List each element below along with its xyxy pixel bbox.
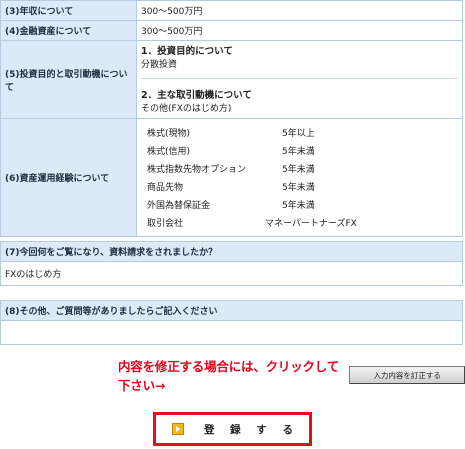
- edit-input-button[interactable]: 入力内容を訂正する: [349, 366, 465, 384]
- experience-item: 商品先物 5年未満: [147, 178, 458, 196]
- experience-item: 株式(信用) 5年未満: [147, 142, 458, 160]
- purpose-values: 1．投資目的について 分散投資 2．主な取引動機について その他(FXのはじめ方…: [136, 40, 463, 119]
- purpose-section-title: 1．投資目的について: [141, 46, 233, 57]
- experience-item: 株式指数先物オプション 5年未満: [147, 160, 458, 178]
- income-value: 300～500万円: [136, 0, 463, 21]
- profile-table: (3)年収について 300～500万円 (4)金融資産について 300～500万…: [0, 0, 463, 237]
- purpose-section: 1．投資目的について 分散投資: [141, 41, 458, 74]
- experience-item-years: 5年未満: [282, 201, 315, 211]
- assets-row: (4)金融資産について 300～500万円: [0, 20, 463, 41]
- purpose-row: (5)投資目的と取引動機について 1．投資目的について 分散投資 2．主な取引動…: [0, 40, 463, 119]
- assets-value: 300～500万円: [136, 20, 463, 41]
- experience-item-name: 株式指数先物オプション: [147, 165, 247, 175]
- correction-message: 内容を修正する場合には、クリックして下さい→: [118, 359, 340, 393]
- purpose-section-value: 分散投資: [141, 60, 178, 70]
- q7-table: (7)今回何をご覧になり、資料請求をされましたか？ FXのはじめ方: [0, 241, 463, 286]
- q7-answer: FXのはじめ方: [0, 261, 463, 286]
- motive-section-title: 2．主な取引動機について: [141, 90, 252, 101]
- q8-table: (8)その他、ご質問等がありましたらご記入ください: [0, 300, 463, 345]
- broker-row: 取引会社 マネーパートナーズFX: [147, 214, 458, 232]
- q7-question: (7)今回何をご覧になり、資料請求をされましたか？: [0, 241, 463, 262]
- experience-item-name: 商品先物: [147, 183, 184, 193]
- q8-answer: [0, 320, 463, 345]
- experience-row: (6)資産運用経験について 株式(現物) 5年以上 株式(信用) 5年未満 株式…: [0, 118, 463, 237]
- broker-label: 取引会社: [147, 219, 184, 229]
- income-label: (3)年収について: [0, 0, 137, 21]
- purpose-label: (5)投資目的と取引動機について: [0, 40, 137, 119]
- experience-item-name: 外国為替保証金: [147, 201, 211, 211]
- motive-section-value: その他(FXのはじめ方): [141, 104, 232, 114]
- motive-section: 2．主な取引動機について その他(FXのはじめ方): [141, 79, 458, 118]
- experience-item-years: 5年以上: [282, 129, 315, 139]
- register-button[interactable]: 登 録 す る: [162, 418, 303, 440]
- broker-value: マネーパートナーズFX: [265, 219, 357, 229]
- experience-item-name: 株式(現物): [147, 129, 191, 139]
- assets-label: (4)金融資産について: [0, 20, 137, 41]
- correction-area: 内容を修正する場合には、クリックして下さい→ 入力内容を訂正する: [118, 356, 465, 394]
- register-button-label: 登 録 す る: [204, 423, 299, 436]
- q8-question: (8)その他、ご質問等がありましたらご記入ください: [0, 300, 463, 321]
- income-row: (3)年収について 300～500万円: [0, 0, 463, 21]
- submit-highlight-frame: 登 録 す る: [153, 412, 312, 446]
- experience-item-years: 5年未満: [282, 183, 315, 193]
- play-arrow-icon: [172, 423, 184, 435]
- experience-item: 外国為替保証金 5年未満: [147, 196, 458, 214]
- experience-item: 株式(現物) 5年以上: [147, 124, 458, 142]
- experience-item-years: 5年未満: [282, 165, 315, 175]
- experience-label: (6)資産運用経験について: [0, 118, 137, 237]
- experience-item-years: 5年未満: [282, 147, 315, 157]
- experience-values: 株式(現物) 5年以上 株式(信用) 5年未満 株式指数先物オプション 5年未満…: [136, 118, 463, 237]
- experience-item-name: 株式(信用): [147, 147, 191, 157]
